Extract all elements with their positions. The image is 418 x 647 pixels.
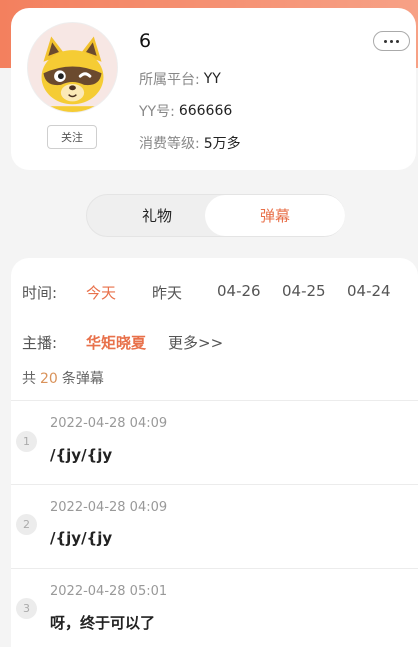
platform-label: 所属平台: bbox=[139, 72, 200, 88]
danmu-panel: 时间: 今天 昨天 04-26 04-25 04-24 主播: 华矩晓夏 更多>… bbox=[11, 258, 418, 647]
host-option-selected[interactable]: 华矩晓夏 bbox=[86, 332, 146, 353]
consumption-level-label: 消费等级: bbox=[139, 136, 200, 152]
dot bbox=[384, 39, 387, 43]
profile-card: 关注 6 所属平台: YY YY号: 666666 消费等级: 5万多 bbox=[11, 8, 416, 170]
yy-number-value: 666666 bbox=[178, 103, 233, 119]
time-option-0424[interactable]: 04-24 bbox=[347, 282, 391, 300]
dot bbox=[396, 39, 399, 43]
follow-button[interactable]: 关注 bbox=[47, 125, 97, 149]
message-time: 2022-04-28 05:01 bbox=[50, 584, 168, 599]
host-filter-label: 主播: bbox=[22, 334, 58, 352]
consumption-level-row: 消费等级: 5万多 bbox=[139, 133, 241, 153]
divider bbox=[11, 568, 418, 569]
profile-name: 6 bbox=[139, 30, 152, 52]
divider bbox=[11, 400, 418, 401]
time-option-today[interactable]: 今天 bbox=[86, 282, 116, 303]
message-index: 2 bbox=[16, 514, 37, 535]
time-option-0426[interactable]: 04-26 bbox=[217, 282, 261, 300]
message-text: /{jy/{jy bbox=[50, 529, 113, 547]
count-number: 20 bbox=[40, 371, 58, 387]
message-index: 1 bbox=[16, 431, 37, 452]
danmu-count: 共 20 条弹幕 bbox=[22, 368, 104, 388]
time-filter-label: 时间: bbox=[22, 284, 58, 302]
consumption-level-value: 5万多 bbox=[203, 136, 241, 152]
time-option-yesterday[interactable]: 昨天 bbox=[152, 282, 182, 303]
platform-row: 所属平台: YY bbox=[139, 69, 221, 89]
message-time: 2022-04-28 04:09 bbox=[50, 416, 168, 431]
more-dots-icon[interactable] bbox=[373, 31, 410, 51]
tab-danmu[interactable]: 弹幕 bbox=[205, 195, 345, 236]
host-more-link[interactable]: 更多>> bbox=[168, 332, 223, 353]
yy-number-row: YY号: 666666 bbox=[139, 101, 232, 121]
message-index: 3 bbox=[16, 598, 37, 619]
message-text: /{jy/{jy bbox=[50, 446, 113, 464]
tab-switcher: 礼物 弹幕 bbox=[86, 194, 345, 237]
yy-number-label: YY号: bbox=[139, 104, 175, 120]
dot bbox=[390, 39, 393, 43]
divider bbox=[11, 484, 418, 485]
count-suffix: 条弹幕 bbox=[61, 371, 104, 387]
message-text: 呀，终于可以了 bbox=[50, 614, 156, 632]
count-prefix: 共 bbox=[22, 371, 36, 387]
platform-value: YY bbox=[203, 71, 221, 87]
time-option-0425[interactable]: 04-25 bbox=[282, 282, 326, 300]
raccoon-avatar-icon[interactable] bbox=[27, 22, 118, 113]
message-time: 2022-04-28 04:09 bbox=[50, 500, 168, 515]
